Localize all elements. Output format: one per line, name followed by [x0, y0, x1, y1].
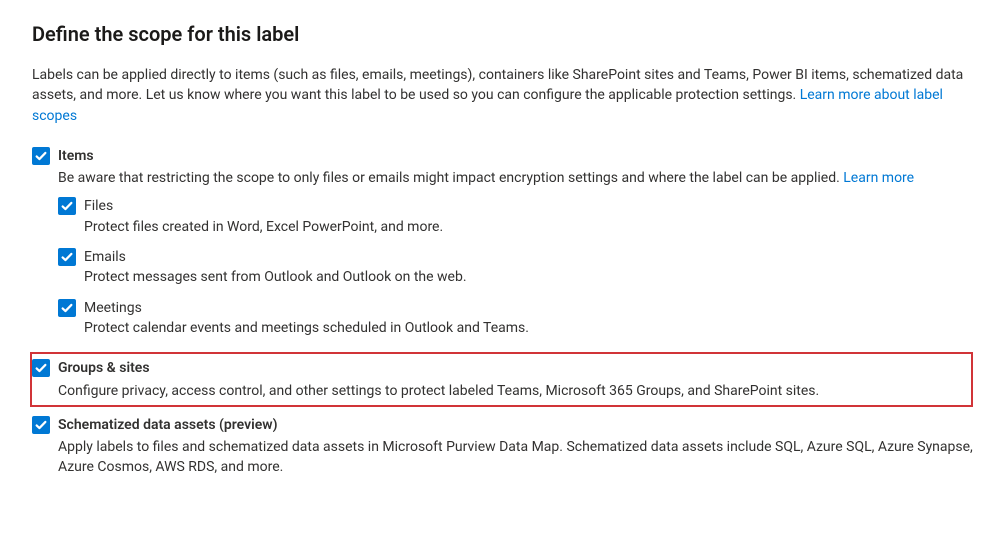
option-groups-desc: Configure privacy, access control, and o… — [58, 381, 965, 401]
option-items: Items Be aware that restricting the scop… — [32, 144, 973, 191]
option-schematized-desc: Apply labels to files and schematized da… — [58, 437, 973, 478]
check-icon — [34, 418, 48, 432]
option-files-label: Files — [84, 196, 973, 216]
learn-more-items-link[interactable]: Learn more — [843, 170, 914, 186]
checkbox-emails[interactable] — [58, 248, 76, 266]
option-files-desc: Protect files created in Word, Excel Pow… — [84, 217, 973, 237]
option-schematized: Schematized data assets (preview) Apply … — [32, 413, 973, 480]
check-icon — [60, 301, 74, 315]
option-emails-label: Emails — [84, 247, 973, 267]
intro-paragraph: Labels can be applied directly to items … — [32, 65, 972, 126]
option-files: Files Protect files created in Word, Exc… — [58, 196, 973, 245]
option-emails-desc: Protect messages sent from Outlook and O… — [84, 267, 973, 287]
option-items-desc-text: Be aware that restricting the scope to o… — [58, 170, 843, 186]
check-icon — [60, 199, 74, 213]
option-meetings: Meetings Protect calendar events and mee… — [58, 298, 973, 347]
checkbox-meetings[interactable] — [58, 299, 76, 317]
option-meetings-desc: Protect calendar events and meetings sch… — [84, 318, 973, 338]
check-icon — [34, 149, 48, 163]
check-icon — [34, 361, 48, 375]
option-groups-label: Groups & sites — [58, 358, 965, 378]
page-title: Define the scope for this label — [32, 20, 973, 49]
checkbox-groups-sites[interactable] — [32, 359, 50, 377]
option-meetings-label: Meetings — [84, 298, 973, 318]
checkbox-schematized[interactable] — [32, 416, 50, 434]
option-items-label: Items — [58, 146, 973, 166]
option-items-desc: Be aware that restricting the scope to o… — [58, 168, 973, 188]
check-icon — [60, 250, 74, 264]
option-emails: Emails Protect messages sent from Outloo… — [58, 247, 973, 296]
checkbox-items[interactable] — [32, 147, 50, 165]
checkbox-files[interactable] — [58, 197, 76, 215]
option-schematized-label: Schematized data assets (preview) — [58, 415, 973, 435]
option-groups-sites: Groups & sites Configure privacy, access… — [30, 352, 973, 407]
